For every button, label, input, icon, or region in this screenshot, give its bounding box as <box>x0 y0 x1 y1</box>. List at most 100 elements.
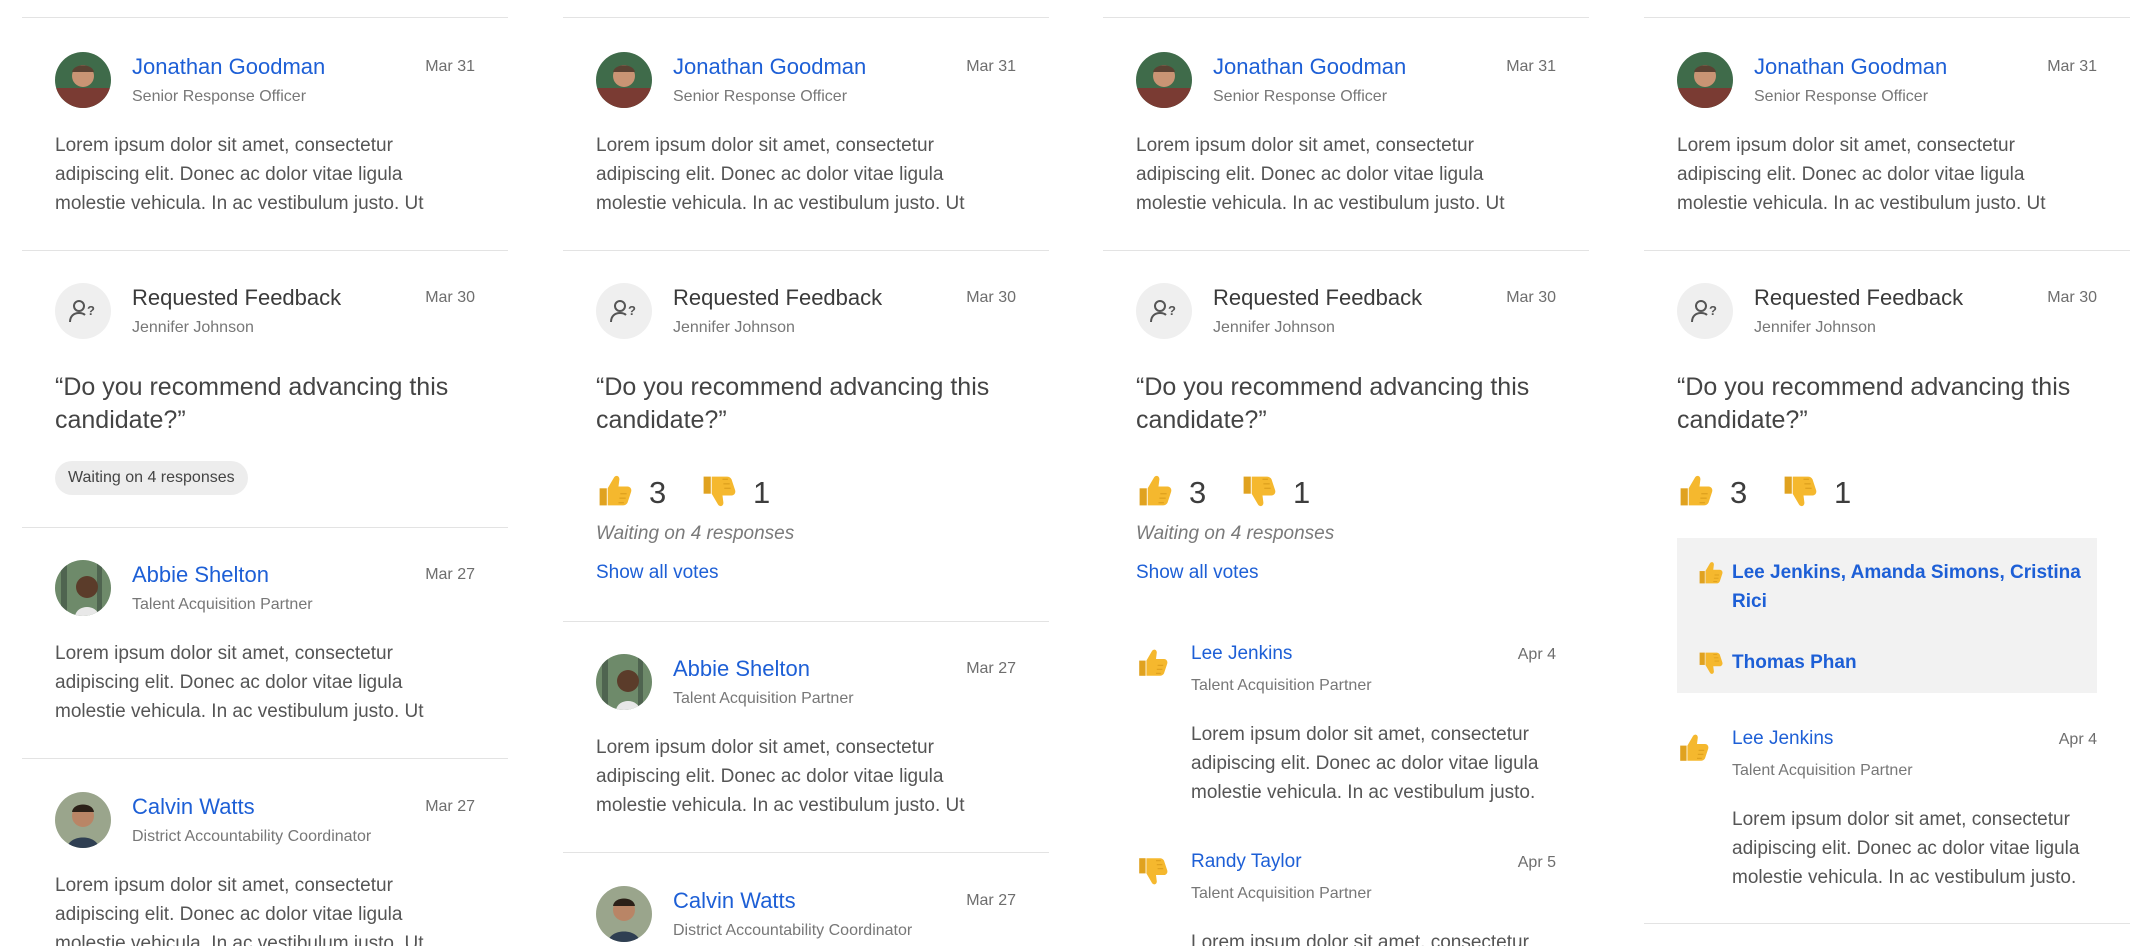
author-name[interactable]: Jonathan Goodman <box>1754 54 1947 80</box>
person-question-icon <box>596 283 652 339</box>
author-name[interactable]: Jonathan Goodman <box>132 54 325 80</box>
feedback-question: “Do you recommend advancing this candida… <box>1136 373 1530 434</box>
avatar[interactable] <box>596 886 652 942</box>
vote-summary: 3 1 <box>596 473 796 513</box>
vote-date: Apr 5 <box>1517 854 1556 871</box>
waiting-text: Waiting on 4 responses <box>1136 523 1335 544</box>
author-role: Talent Acquisition Partner <box>673 690 854 707</box>
column-3: Jonathan Goodman Senior Response Officer… <box>1103 0 1589 946</box>
author-role: Senior Response Officer <box>132 88 307 105</box>
thumbs-down-icon[interactable] <box>1781 473 1817 509</box>
thumbs-up-icon[interactable] <box>1136 473 1172 509</box>
divider <box>22 758 508 759</box>
feedback-title: Requested Feedback <box>1754 285 1964 310</box>
vote-date: Apr 4 <box>2058 731 2097 748</box>
divider <box>563 852 1049 853</box>
column-2: Jonathan Goodman Senior Response Officer… <box>563 0 1049 946</box>
thumbs-up-icon[interactable] <box>596 473 632 509</box>
post-body: Lorem ipsum dolor sit amet, consectetur … <box>1136 135 1505 214</box>
author-name[interactable]: Calvin Watts <box>673 888 796 914</box>
down-count: 1 <box>1293 475 1311 510</box>
author-name[interactable]: Calvin Watts <box>132 794 255 820</box>
voter-name[interactable]: Randy Taylor <box>1191 851 1302 873</box>
feedback-requester: Jennifer Johnson <box>1213 319 1335 336</box>
post-date: Mar 27 <box>966 892 1016 909</box>
avatar[interactable] <box>55 560 111 616</box>
divider <box>22 250 508 251</box>
thumbs-up-icon <box>1697 560 1723 586</box>
divider <box>1644 923 2130 924</box>
post-date: Mar 31 <box>966 58 1016 75</box>
vote-comment: Lorem ipsum dolor sit amet, consectetur <box>1191 932 1529 946</box>
author-role: District Accountability Coordinator <box>132 828 372 845</box>
divider <box>563 17 1049 18</box>
thumbs-down-icon[interactable] <box>700 473 736 509</box>
up-voters-list[interactable]: Lee Jenkins, Amanda Simons, Cristina Ric… <box>1732 558 2082 616</box>
show-all-votes-link[interactable]: Show all votes <box>1136 562 1259 584</box>
feedback-date: Mar 30 <box>966 289 1016 306</box>
waiting-text: Waiting on 4 responses <box>596 523 795 544</box>
post-body: Lorem ipsum dolor sit amet, consectetur … <box>596 135 965 214</box>
thumbs-up-icon <box>1677 732 1709 764</box>
avatar[interactable] <box>596 654 652 710</box>
up-count: 3 <box>649 475 667 510</box>
vote-comment: Lorem ipsum dolor sit amet, consectetur … <box>1732 809 2080 888</box>
thumbs-down-icon[interactable] <box>1240 473 1276 509</box>
post-date: Mar 31 <box>425 58 475 75</box>
thumbs-up-icon <box>1136 647 1168 679</box>
post-body: Lorem ipsum dolor sit amet, consectetur … <box>596 737 965 816</box>
show-all-votes-link[interactable]: Show all votes <box>596 562 719 584</box>
feedback-date: Mar 30 <box>1506 289 1556 306</box>
thumbs-up-icon[interactable] <box>1677 473 1713 509</box>
author-name[interactable]: Abbie Shelton <box>132 562 269 588</box>
divider <box>1644 17 2130 18</box>
avatar[interactable] <box>55 792 111 848</box>
author-role: Senior Response Officer <box>1213 88 1388 105</box>
voter-role: Talent Acquisition Partner <box>1191 677 1372 694</box>
vote-comment: Lorem ipsum dolor sit amet, consectetur … <box>1191 724 1539 803</box>
feedback-date: Mar 30 <box>2047 289 2097 306</box>
divider <box>1103 17 1589 18</box>
avatar[interactable] <box>55 52 111 108</box>
author-name[interactable]: Jonathan Goodman <box>1213 54 1406 80</box>
feedback-title: Requested Feedback <box>1213 285 1423 310</box>
post-body: Lorem ipsum dolor sit amet, consectetur … <box>55 643 424 722</box>
avatar[interactable] <box>1677 52 1733 108</box>
voter-name[interactable]: Lee Jenkins <box>1191 643 1292 665</box>
post-date: Mar 27 <box>425 566 475 583</box>
voter-role: Talent Acquisition Partner <box>1732 762 1913 779</box>
down-voters-list[interactable]: Thomas Phan <box>1732 648 2082 677</box>
thumbs-down-icon <box>1697 650 1723 676</box>
post-date: Mar 27 <box>425 798 475 815</box>
author-role: Senior Response Officer <box>1754 88 1929 105</box>
author-name[interactable]: Abbie Shelton <box>673 656 810 682</box>
post-date: Mar 27 <box>966 660 1016 677</box>
person-question-icon <box>1136 283 1192 339</box>
divider <box>22 527 508 528</box>
voters-panel: Lee Jenkins, Amanda Simons, Cristina Ric… <box>1677 538 2097 693</box>
divider <box>1103 250 1589 251</box>
avatar[interactable] <box>1136 52 1192 108</box>
voter-role: Talent Acquisition Partner <box>1191 885 1372 902</box>
up-count: 3 <box>1189 475 1207 510</box>
waiting-badge: Waiting on 4 responses <box>55 461 248 495</box>
divider <box>22 17 508 18</box>
post-body: Lorem ipsum dolor sit amet, consectetur … <box>1677 135 2046 214</box>
feedback-date: Mar 30 <box>425 289 475 306</box>
voter-name[interactable]: Lee Jenkins <box>1732 728 1833 750</box>
thumbs-down-icon <box>1136 855 1168 887</box>
author-role: District Accountability Coordinator <box>673 922 913 939</box>
vote-date: Apr 4 <box>1517 646 1556 663</box>
down-count: 1 <box>753 475 771 510</box>
author-role: Talent Acquisition Partner <box>132 596 313 613</box>
author-role: Senior Response Officer <box>673 88 848 105</box>
divider <box>563 250 1049 251</box>
author-name[interactable]: Jonathan Goodman <box>673 54 866 80</box>
post-body: Lorem ipsum dolor sit amet, consectetur … <box>55 875 424 946</box>
divider <box>1644 250 2130 251</box>
feedback-requester: Jennifer Johnson <box>1754 319 1876 336</box>
vote-summary: 3 1 <box>1136 473 1336 513</box>
avatar[interactable] <box>596 52 652 108</box>
feedback-requester: Jennifer Johnson <box>673 319 795 336</box>
person-question-icon <box>1677 283 1733 339</box>
